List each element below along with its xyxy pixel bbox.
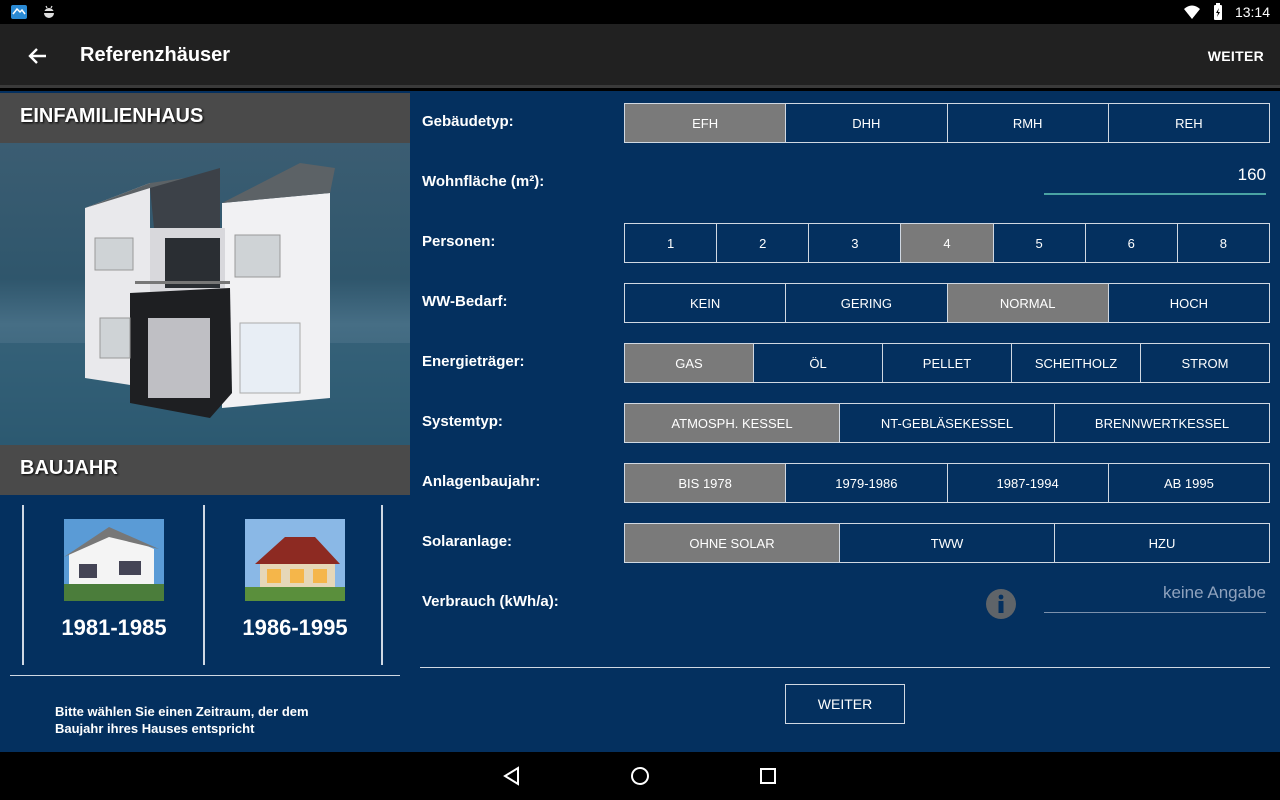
ww-bedarf-option[interactable]: KEIN <box>625 284 787 322</box>
personen-selector: 1234568 <box>624 223 1270 263</box>
energietraeger-label: Energieträger: <box>422 353 525 370</box>
anlagenbaujahr-option[interactable]: 1979-1986 <box>786 464 948 502</box>
divider <box>420 667 1270 668</box>
solaranlage-option[interactable]: OHNE SOLAR <box>625 524 840 562</box>
energietraeger-selector: GAS ÖL PELLET SCHEITHOLZ STROM <box>624 343 1270 383</box>
gebaeudetyp-option[interactable]: EFH <box>625 104 787 142</box>
energietraeger-option[interactable]: ÖL <box>754 344 883 382</box>
weiter-button[interactable]: WEITER <box>785 684 905 724</box>
year-option-1986-1995[interactable]: 1986-1995 <box>203 505 383 665</box>
personen-option[interactable]: 4 <box>901 224 994 262</box>
anlagenbaujahr-option[interactable]: AB 1995 <box>1109 464 1269 502</box>
verbrauch-input[interactable]: keine Angabe <box>1044 583 1266 613</box>
gebaeudetyp-label: Gebäudetyp: <box>422 113 514 130</box>
solaranlage-selector: OHNE SOLAR TWW HZU <box>624 523 1270 563</box>
android-debug-icon <box>44 5 54 18</box>
personen-option[interactable]: 1 <box>625 224 718 262</box>
systemtyp-option[interactable]: ATMOSPH. KESSEL <box>625 404 840 442</box>
house-photo-1981-1985 <box>64 519 164 601</box>
house-type-header: EINFAMILIENHAUS <box>0 93 410 143</box>
gebaeudetyp-option[interactable]: RMH <box>948 104 1109 142</box>
page-title: Referenzhäuser <box>80 44 231 66</box>
clock: 13:14 <box>1234 4 1270 20</box>
solaranlage-option[interactable]: HZU <box>1055 524 1269 562</box>
energietraeger-option[interactable]: STROM <box>1141 344 1269 382</box>
year-option-1981-1985[interactable]: 1981-1985 <box>22 505 202 665</box>
anlagenbaujahr-option[interactable]: 1987-1994 <box>948 464 1109 502</box>
anlagenbaujahr-label: Anlagenbaujahr: <box>422 473 541 490</box>
personen-option[interactable]: 6 <box>1086 224 1178 262</box>
wohnflaeche-input[interactable]: 160 <box>1044 165 1266 195</box>
form-panel: Gebäudetyp: EFH DHH RMH REH Wohnfläche (m²)… <box>411 91 1280 752</box>
year-label: 1981-1985 <box>61 615 167 640</box>
verbrauch-label: Verbrauch (kWh/a): <box>422 593 559 610</box>
weiter-action-button[interactable]: WEITER <box>1208 48 1264 64</box>
gebaeudetyp-selector: EFH DHH RMH REH <box>624 103 1270 143</box>
personen-option[interactable]: 5 <box>994 224 1086 262</box>
energietraeger-option[interactable]: PELLET <box>883 344 1012 382</box>
year-label: 1986-1995 <box>242 615 348 640</box>
status-bar: 13:14 <box>0 0 1280 24</box>
wohnflaeche-label: Wohnfläche (m²): <box>422 173 545 190</box>
anlagenbaujahr-option[interactable]: BIS 1978 <box>625 464 787 502</box>
gebaeudetyp-option[interactable]: DHH <box>786 104 948 142</box>
wifi-icon <box>1183 5 1200 19</box>
systemtyp-selector: ATMOSPH. KESSEL NT-GEBLÄSEKESSEL BRENNWERT… <box>624 403 1270 443</box>
baujahr-header: BAUJAHR <box>0 445 410 495</box>
info-icon[interactable] <box>985 588 1017 620</box>
navigation-bar <box>0 752 1280 800</box>
personen-label: Personen: <box>422 233 496 250</box>
ww-bedarf-option[interactable]: NORMAL <box>947 284 1109 322</box>
year-selection: 1981-1985 1986-1995 <box>10 505 400 675</box>
ww-bedarf-option[interactable]: GERING <box>786 284 948 322</box>
personen-option[interactable]: 3 <box>809 224 902 262</box>
divider <box>10 675 400 676</box>
nav-home-icon[interactable] <box>628 764 652 788</box>
systemtyp-option[interactable]: BRENNWERTKESSEL <box>1055 404 1269 442</box>
energietraeger-option[interactable]: GAS <box>625 344 754 382</box>
solaranlage-label: Solaranlage: <box>422 533 513 550</box>
personen-option[interactable]: 2 <box>717 224 810 262</box>
back-arrow-icon[interactable] <box>24 42 52 70</box>
left-panel: EINFAMILIENHAUS BAUJAHR 1981-1985 1986-1… <box>0 91 410 752</box>
anlagenbaujahr-selector: BIS 1978 1979-1986 1987-1994 AB 1995 <box>624 463 1270 503</box>
ww-bedarf-option[interactable]: HOCH <box>1109 284 1269 322</box>
ww-bedarf-label: WW-Bedarf: <box>422 293 508 310</box>
house-rendering-image <box>0 143 410 445</box>
battery-charging-icon <box>1213 3 1222 20</box>
baujahr-hint-text: Bitte wählen Sie einen Zeitraum, der dem… <box>55 704 309 736</box>
gebaeudetyp-option[interactable]: REH <box>1109 104 1269 142</box>
systemtyp-label: Systemtyp: <box>422 413 503 430</box>
personen-option[interactable]: 8 <box>1178 224 1269 262</box>
house-photo-1986-1995 <box>245 519 345 601</box>
app-bar: Referenzhäuser WEITER <box>0 24 1280 88</box>
ww-bedarf-selector: KEIN GERING NORMAL HOCH <box>624 283 1270 323</box>
app-notification-icon <box>11 5 27 19</box>
nav-back-icon[interactable] <box>500 764 524 788</box>
nav-recents-icon[interactable] <box>756 764 780 788</box>
systemtyp-option[interactable]: NT-GEBLÄSEKESSEL <box>840 404 1055 442</box>
main-content: EINFAMILIENHAUS BAUJAHR 1981-1985 1986-1… <box>0 91 1280 752</box>
solaranlage-option[interactable]: TWW <box>840 524 1055 562</box>
energietraeger-option[interactable]: SCHEITHOLZ <box>1012 344 1141 382</box>
